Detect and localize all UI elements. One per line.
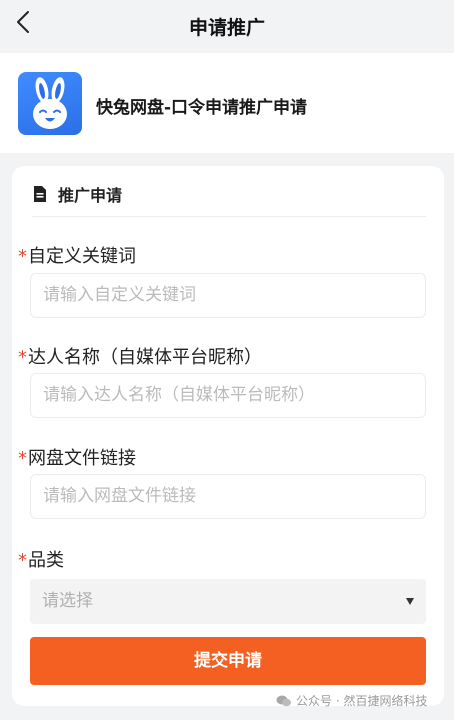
wechat-icon [276,695,291,706]
triangle-down-icon [406,598,414,605]
file-link-input[interactable]: 请输入网盘文件链接 [30,474,426,519]
required-mark: * [18,347,27,368]
required-mark: * [18,550,27,571]
required-mark: * [18,448,27,469]
file-link-label: *网盘文件链接 [18,444,136,470]
watermark: 公众号 · 然百捷网络科技 [276,692,427,709]
category-label-text: 品类 [28,550,64,571]
category-label: *品类 [18,546,64,572]
watermark-text: 公众号 · 然百捷网络科技 [296,694,428,708]
app-name: 快兔网盘-口令申请推广申请 [96,98,308,118]
category-select[interactable]: 请选择 [30,579,426,624]
keyword-input[interactable]: 请输入自定义关键词 [30,273,426,318]
category-placeholder: 请选择 [42,591,93,611]
document-icon [34,186,46,202]
keyword-label: *自定义关键词 [18,242,136,268]
influencer-name-label-text: 达人名称（自媒体平台昵称） [28,347,262,368]
file-link-label-text: 网盘文件链接 [28,448,136,469]
rabbit-logo-icon [18,72,82,135]
divider [32,216,426,217]
header-bar: 申请推广 [0,0,454,52]
influencer-name-label: *达人名称（自媒体平台昵称） [18,343,262,369]
application-form: 推广申请 *自定义关键词 请输入自定义关键词 *达人名称（自媒体平台昵称） 请输… [12,166,444,706]
submit-button[interactable]: 提交申请 [30,637,426,685]
section-header: 推广申请 [32,182,122,206]
influencer-name-input[interactable]: 请输入达人名称（自媒体平台昵称） [30,373,426,418]
page-title: 申请推广 [188,17,265,39]
app-info-card: 快兔网盘-口令申请推广申请 [0,53,454,153]
section-title: 推广申请 [58,186,123,205]
required-mark: * [18,246,27,267]
keyword-label-text: 自定义关键词 [28,246,136,267]
